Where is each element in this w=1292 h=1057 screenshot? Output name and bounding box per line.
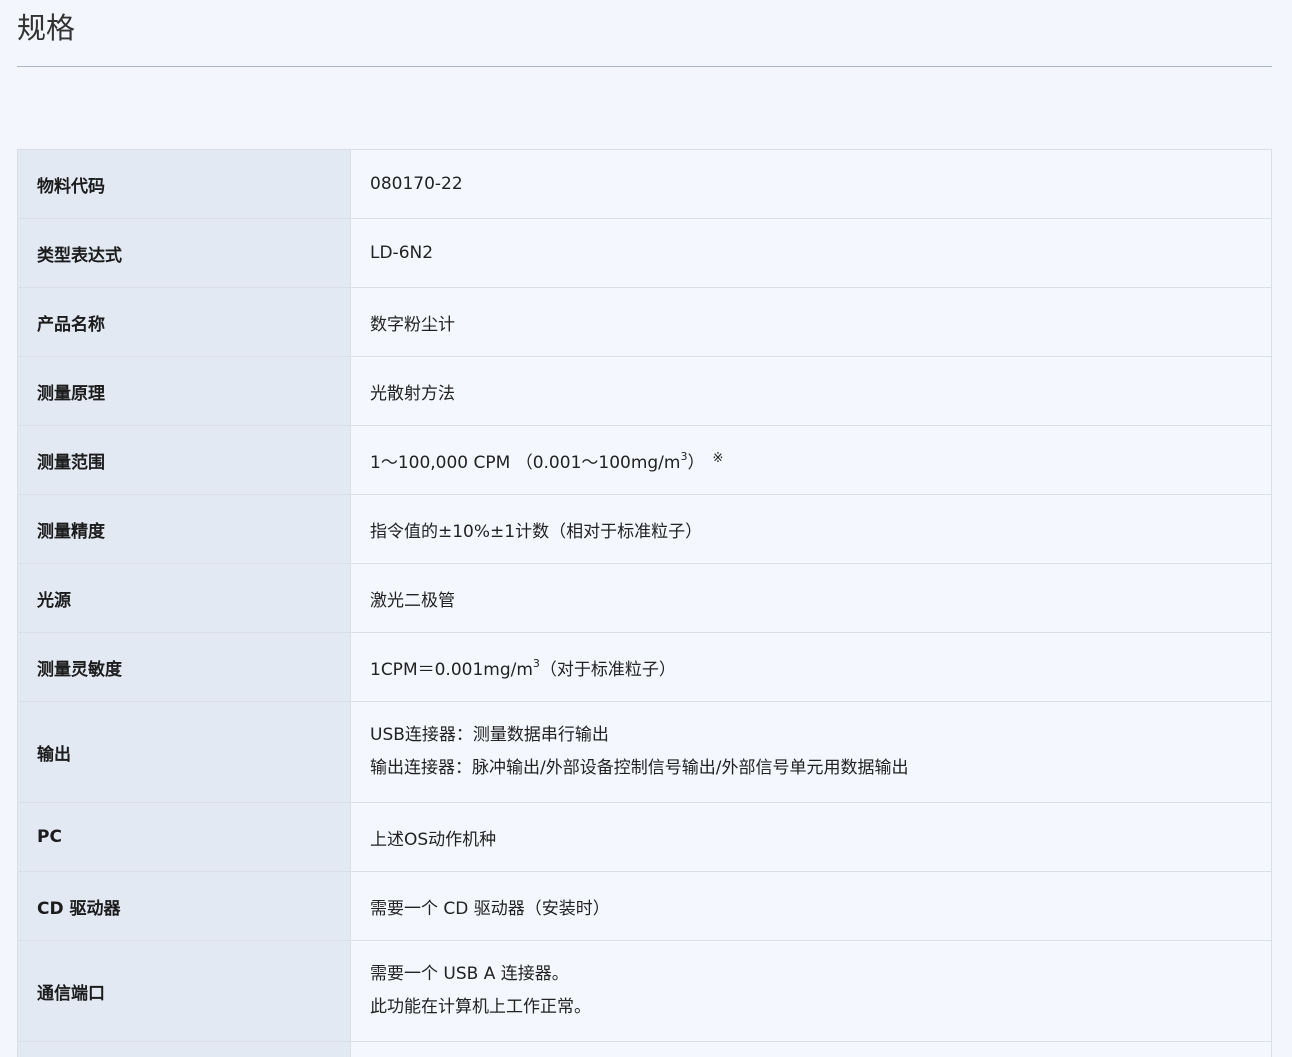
spec-label: 测量范围 bbox=[17, 425, 351, 495]
spec-label: 测量精度 bbox=[17, 494, 351, 564]
table-row: 输出 USB连接器：测量数据串行输出 输出连接器：脉冲输出/外部设备控制信号输出… bbox=[17, 701, 1272, 803]
table-row: 测量范围 1〜100,000 CPM （0.001〜100mg/m3） ※ bbox=[17, 425, 1272, 495]
spec-value: 1CPM＝0.001mg/m3（对于标准粒子） bbox=[350, 632, 1272, 702]
spec-value-text-end: （对于标准粒子） bbox=[539, 659, 676, 680]
table-row: 产品名称 数字粉尘计 bbox=[17, 287, 1272, 357]
spec-label: 测量灵敏度 bbox=[17, 632, 351, 702]
spec-value: 需要一个 CD 驱动器（安装时） bbox=[350, 871, 1272, 941]
spec-label: 光源 bbox=[17, 563, 351, 633]
spec-label: 测量原理 bbox=[17, 356, 351, 426]
table-row: 测量原理 光散射方法 bbox=[17, 356, 1272, 426]
superscript: 3 bbox=[680, 449, 688, 463]
spec-label bbox=[17, 1041, 351, 1057]
spec-value: 光散射方法 bbox=[350, 356, 1272, 426]
spec-label: 物料代码 bbox=[17, 149, 351, 219]
table-row: 测量精度 指令值的±10%±1计数（相对于标准粒子） bbox=[17, 494, 1272, 564]
table-row: 通信端口 需要一个 USB A 连接器。 此功能在计算机上工作正常。 bbox=[17, 940, 1272, 1042]
spec-value: 上述OS动作机种 bbox=[350, 802, 1272, 872]
spec-value-line: USB连接器：测量数据串行输出 bbox=[370, 725, 609, 745]
spec-value: LD-6N2 bbox=[350, 218, 1272, 288]
table-row: 光源 激光二极管 bbox=[17, 563, 1272, 633]
spec-label: PC bbox=[17, 802, 351, 872]
spec-value: 数字粉尘计 bbox=[350, 287, 1272, 357]
table-row: CD 驱动器 需要一个 CD 驱动器（安装时） bbox=[17, 871, 1272, 941]
spec-page: 规格 物料代码 080170-22 类型表达式 LD-6N2 产品名称 数字粉尘… bbox=[0, 0, 1292, 1057]
table-row: 物料代码 080170-22 bbox=[17, 149, 1272, 219]
table-row bbox=[17, 1041, 1272, 1057]
spec-value: 激光二极管 bbox=[350, 563, 1272, 633]
spec-value: 指令值的±10%±1计数（相对于标准粒子） bbox=[350, 494, 1272, 564]
spec-label: 产品名称 bbox=[17, 287, 351, 357]
spec-label: CD 驱动器 bbox=[17, 871, 351, 941]
spec-table: 物料代码 080170-22 类型表达式 LD-6N2 产品名称 数字粉尘计 测… bbox=[17, 149, 1272, 1057]
spec-value-line: 此功能在计算机上工作正常。 bbox=[370, 997, 591, 1017]
spec-value-text-end: ） bbox=[687, 452, 705, 473]
spec-value-text: 1〜100,000 CPM （0.001〜100mg/m bbox=[370, 452, 681, 473]
spec-value bbox=[350, 1041, 1272, 1057]
spec-value: 需要一个 USB A 连接器。 此功能在计算机上工作正常。 bbox=[350, 940, 1272, 1042]
spec-value-line: 输出连接器：脉冲输出/外部设备控制信号输出/外部信号单元用数据输出 bbox=[370, 758, 909, 778]
superscript: 3 bbox=[532, 656, 540, 670]
spec-label: 通信端口 bbox=[17, 940, 351, 1042]
table-row: PC 上述OS动作机种 bbox=[17, 802, 1272, 872]
spec-value-line: 需要一个 USB A 连接器。 bbox=[370, 964, 569, 984]
title-divider bbox=[17, 66, 1272, 67]
note-mark: ※ bbox=[712, 450, 724, 466]
spec-value: 1〜100,000 CPM （0.001〜100mg/m3） ※ bbox=[350, 425, 1272, 495]
spec-value: USB连接器：测量数据串行输出 输出连接器：脉冲输出/外部设备控制信号输出/外部… bbox=[350, 701, 1272, 803]
spec-label: 类型表达式 bbox=[17, 218, 351, 288]
page-title: 规格 bbox=[17, 11, 76, 45]
table-row: 类型表达式 LD-6N2 bbox=[17, 218, 1272, 288]
spec-value-text: 1CPM＝0.001mg/m bbox=[370, 659, 533, 680]
spec-label: 输出 bbox=[17, 701, 351, 803]
spec-value: 080170-22 bbox=[350, 149, 1272, 219]
table-row: 测量灵敏度 1CPM＝0.001mg/m3（对于标准粒子） bbox=[17, 632, 1272, 702]
